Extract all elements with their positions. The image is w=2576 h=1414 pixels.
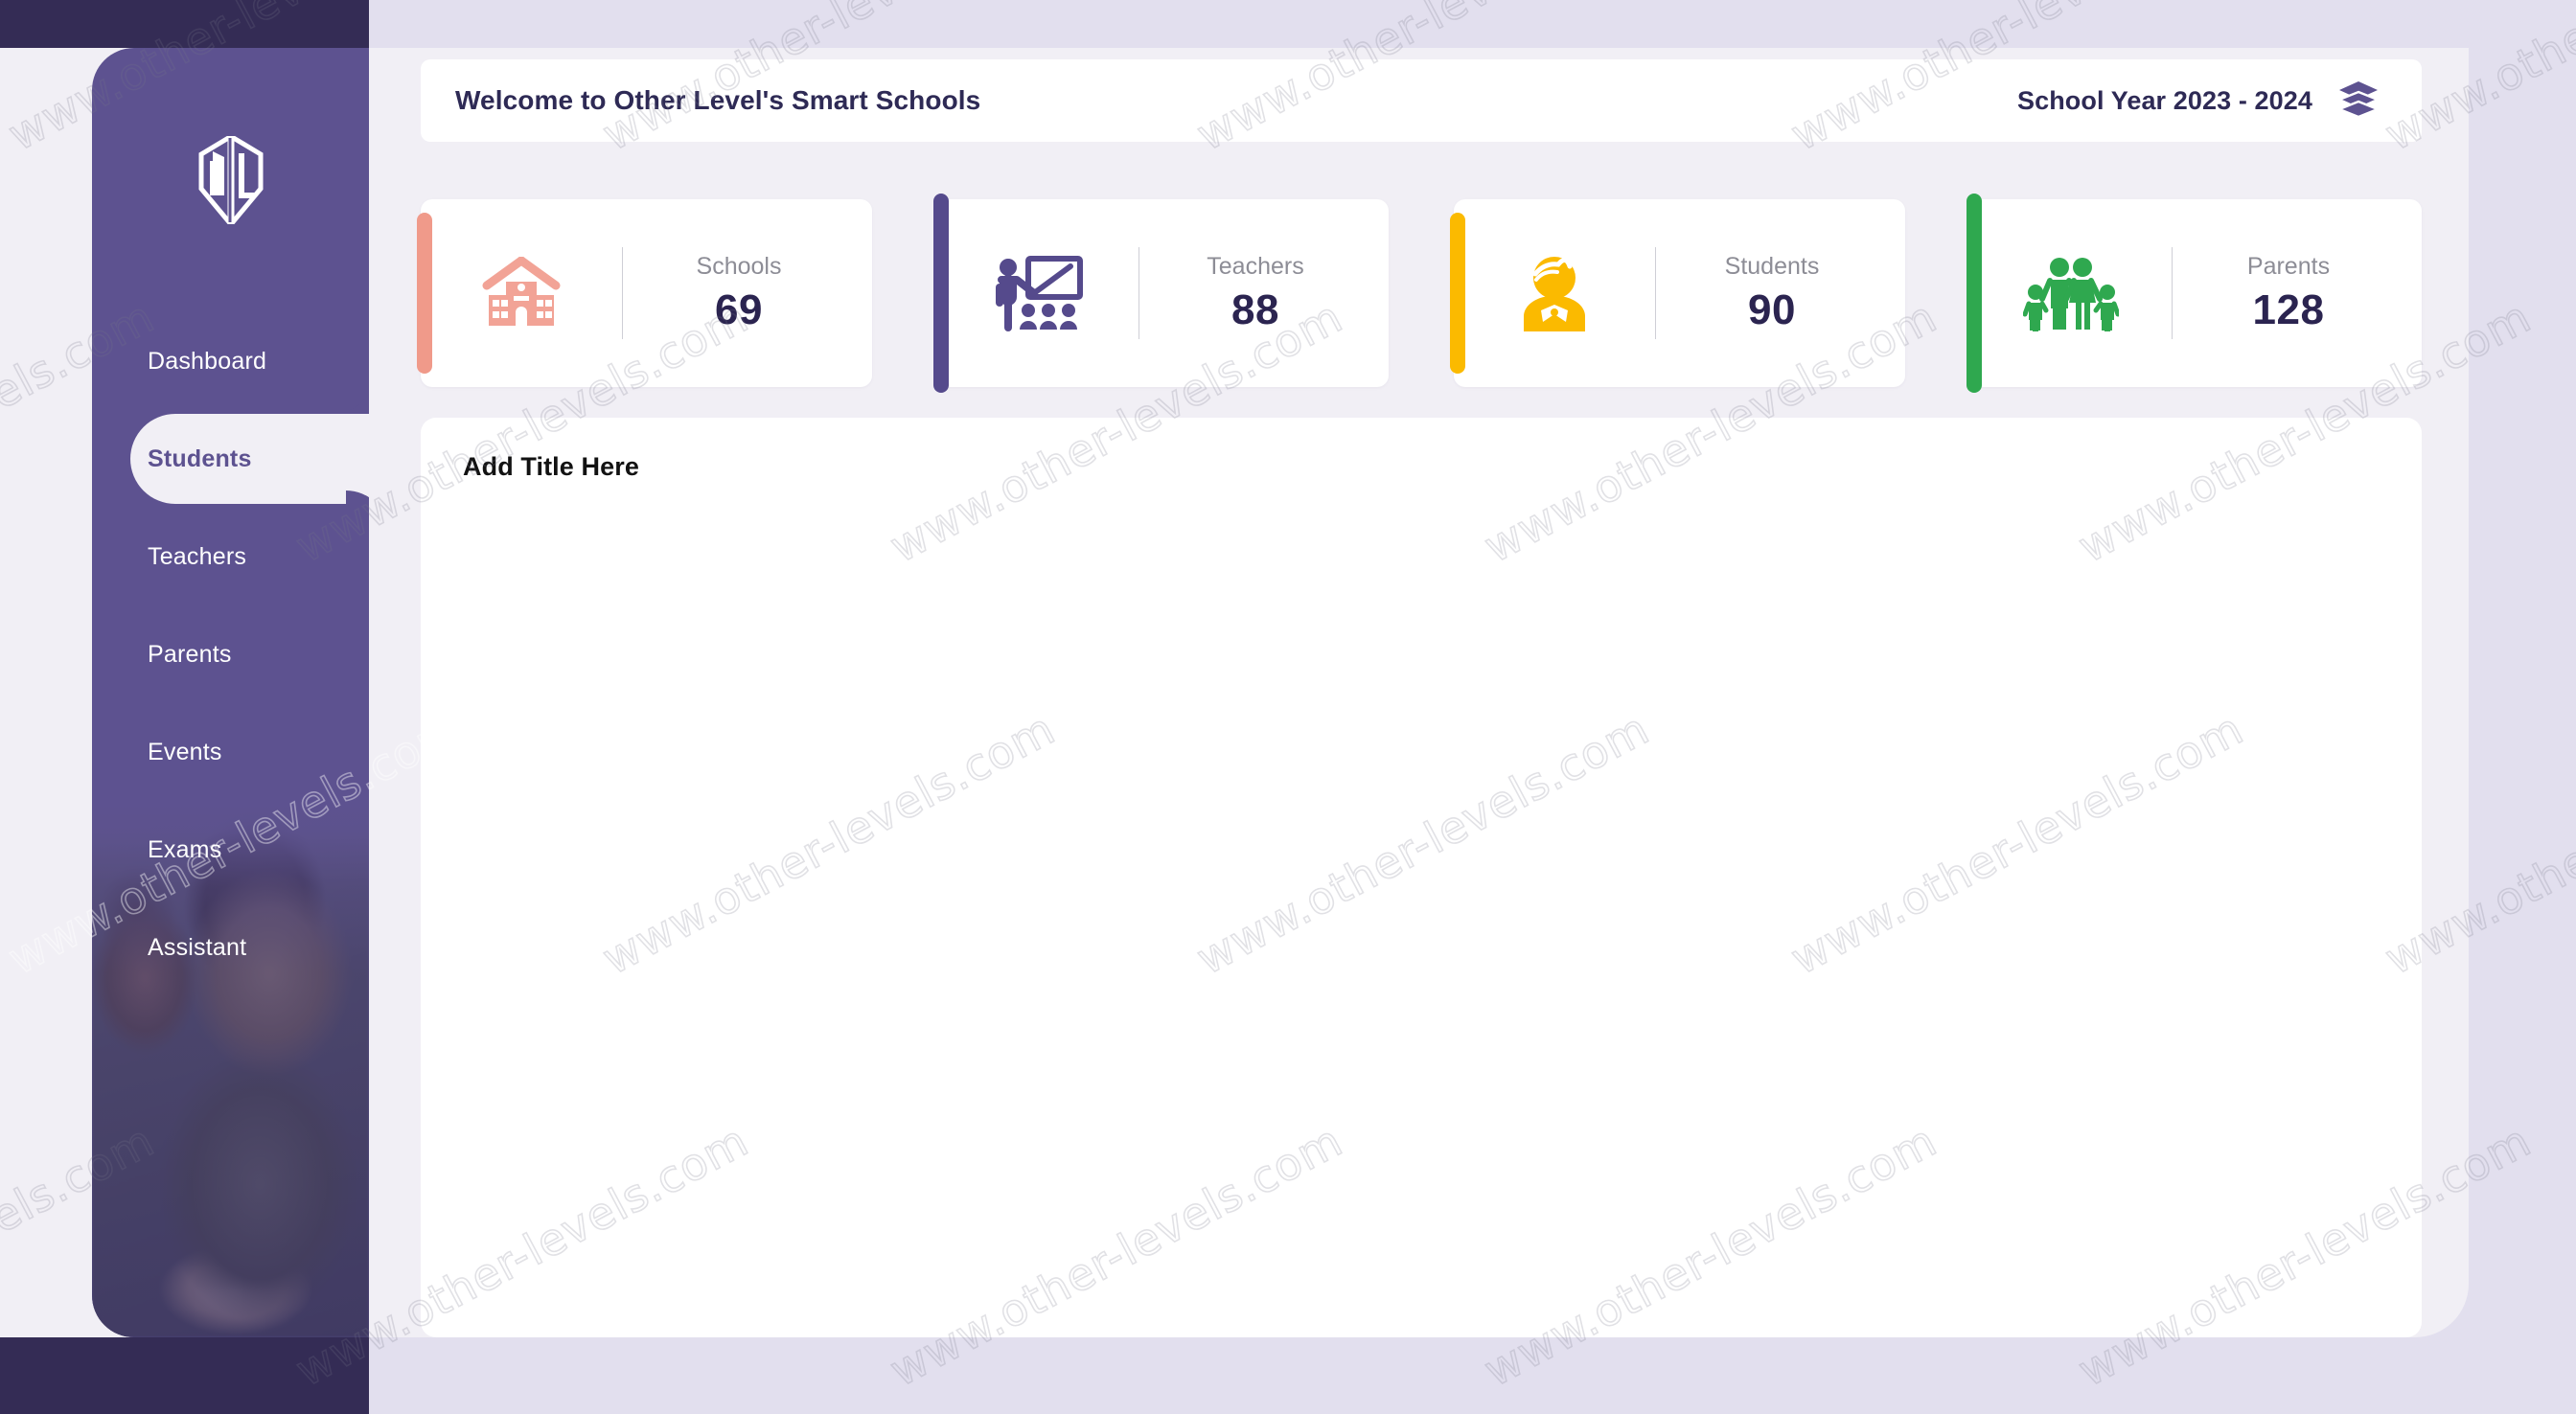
student-bowtie-icon <box>1454 255 1655 331</box>
family-group-icon <box>1970 255 2172 331</box>
stat-label: Schools <box>696 252 782 280</box>
sidebar-nav: Dashboard Students Teachers Parents Even… <box>92 312 369 996</box>
stat-value: 69 <box>715 285 763 333</box>
stat-text-group: Parents 128 <box>2173 253 2422 334</box>
stat-accent-bar <box>417 213 432 374</box>
sidebar-item-dashboard[interactable]: Dashboard <box>92 312 369 410</box>
stat-card-parents[interactable]: Parents 128 <box>1966 194 2422 393</box>
stat-card-teachers[interactable]: Teachers 88 <box>933 194 1389 393</box>
stat-accent-bar <box>1450 213 1465 374</box>
stat-value: 128 <box>2252 285 2325 333</box>
sidebar-item-label: Exams <box>148 835 222 863</box>
stat-value: 88 <box>1231 285 1279 333</box>
app-shell: Dashboard Students Teachers Parents Even… <box>0 48 2469 1337</box>
stat-label: Students <box>1724 252 1820 280</box>
stat-text-group: Teachers 88 <box>1139 253 1389 334</box>
sidebar-item-label: Dashboard <box>148 347 267 375</box>
stat-accent-bar <box>1966 194 1982 393</box>
sidebar-item-assistant[interactable]: Assistant <box>92 899 369 996</box>
stat-card-students[interactable]: Students 90 <box>1450 199 1905 387</box>
sidebar-item-parents[interactable]: Parents <box>92 605 369 703</box>
stat-cards-row: Schools 69 Teachers 88 Students 90 Paren… <box>417 194 2422 393</box>
school-building-icon <box>421 257 622 330</box>
stat-card-schools[interactable]: Schools 69 <box>417 199 872 387</box>
stat-accent-bar <box>933 194 949 393</box>
sidebar-item-students[interactable]: Students <box>92 410 369 508</box>
sidebar-item-exams[interactable]: Exams <box>92 801 369 899</box>
sidebar-item-label: Events <box>148 738 222 765</box>
school-year-label: School Year 2023 - 2024 <box>2016 85 2312 115</box>
sidebar-item-label: Assistant <box>148 933 247 961</box>
panel-title: Add Title Here <box>463 452 639 481</box>
sidebar-item-label: Teachers <box>148 542 247 570</box>
books-stack-icon[interactable] <box>2335 80 2381 123</box>
page-header: Welcome to Other Level's Smart Schools S… <box>421 59 2422 142</box>
stat-value: 90 <box>1748 285 1796 333</box>
stat-text-group: Students 90 <box>1656 253 1905 334</box>
content-area: Welcome to Other Level's Smart Schools S… <box>369 48 2469 1337</box>
sidebar: Dashboard Students Teachers Parents Even… <box>92 48 369 1337</box>
page-title: Welcome to Other Level's Smart Schools <box>455 85 981 115</box>
other-level-logo-icon <box>198 132 263 230</box>
sidebar-item-label: Students <box>148 445 252 472</box>
sidebar-item-label: Parents <box>148 640 232 668</box>
teacher-whiteboard-icon <box>937 255 1138 331</box>
main-content-panel: Add Title Here <box>421 418 2422 1337</box>
header-right-group: School Year 2023 - 2024 <box>2016 80 2381 123</box>
sidebar-item-teachers[interactable]: Teachers <box>92 508 369 605</box>
stat-label: Teachers <box>1207 252 1304 280</box>
stat-label: Parents <box>2246 252 2331 280</box>
stat-text-group: Schools 69 <box>623 253 872 334</box>
sidebar-item-events[interactable]: Events <box>92 703 369 801</box>
sidebar-logo[interactable] <box>92 132 369 230</box>
